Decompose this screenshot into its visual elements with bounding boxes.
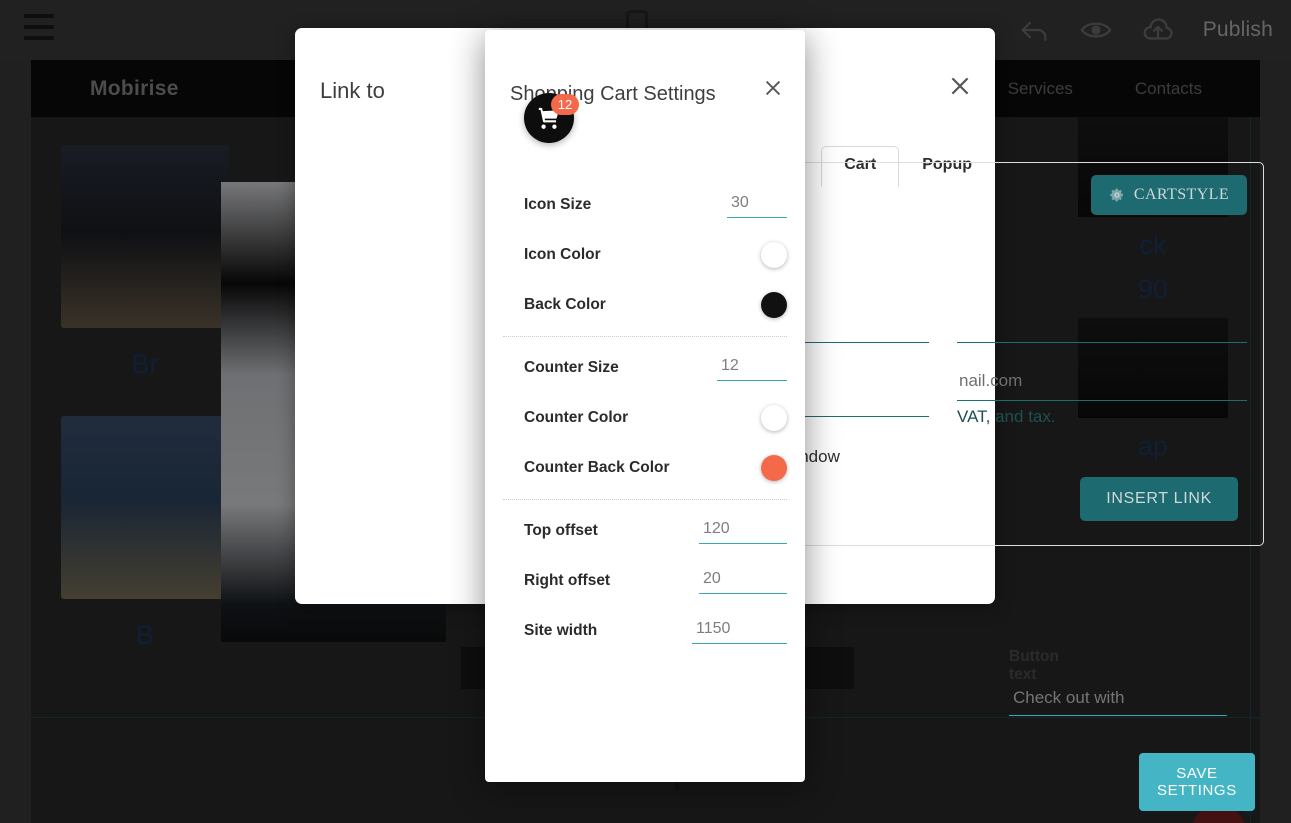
row-icon-color: Icon Color xyxy=(485,230,805,280)
counter-color-swatch[interactable] xyxy=(761,405,787,431)
right-offset-input[interactable] xyxy=(699,568,787,594)
row-label: Top offset xyxy=(524,522,598,539)
row-control xyxy=(717,355,787,381)
site-width-input[interactable] xyxy=(692,618,787,644)
row-label: Back Color xyxy=(524,296,606,313)
row-top-offset: Top offset xyxy=(485,506,805,556)
counter-size-input[interactable] xyxy=(717,355,787,381)
row-label: Counter Size xyxy=(524,359,619,376)
email-field[interactable]: nail.com xyxy=(957,371,1247,401)
vat-note: VAT, and tax. xyxy=(957,407,1056,426)
row-counter-color: Counter Color xyxy=(485,393,805,443)
button-text-label: Button text xyxy=(1009,648,1059,683)
cartstyle-button[interactable]: CARTSTYLE xyxy=(1090,175,1247,215)
row-label: Right offset xyxy=(524,572,611,589)
row-icon-size: Icon Size xyxy=(485,180,805,230)
cart-field-line[interactable] xyxy=(957,313,1247,343)
row-label: Icon Color xyxy=(524,246,601,263)
row-control xyxy=(699,518,787,544)
row-label: Icon Size xyxy=(524,196,592,213)
close-icon[interactable] xyxy=(762,77,784,99)
icon-color-swatch[interactable] xyxy=(761,242,787,268)
row-control xyxy=(727,192,787,218)
row-label: Site width xyxy=(524,622,598,639)
back-color-swatch[interactable] xyxy=(761,292,787,318)
row-counter-size: Counter Size xyxy=(485,343,805,393)
row-counter-back-color: Counter Back Color xyxy=(485,443,805,493)
button-text-input[interactable] xyxy=(1009,685,1227,716)
row-control xyxy=(692,618,787,644)
row-back-color: Back Color xyxy=(485,280,805,330)
row-control xyxy=(761,405,787,431)
cart-counter-badge: 12 xyxy=(551,94,579,115)
shopping-cart-settings-modal: Shopping Cart Settings Icon Size Icon Co… xyxy=(485,30,1255,811)
row-control xyxy=(699,568,787,594)
top-offset-input[interactable] xyxy=(699,518,787,544)
row-control xyxy=(761,292,787,318)
cart-right-fields: nail.com VAT, and tax. xyxy=(957,313,1247,427)
email-value: nail.com xyxy=(959,371,1023,390)
insert-link-button[interactable]: INSERT LINK xyxy=(1080,477,1238,521)
close-icon[interactable] xyxy=(947,73,973,99)
mobirise-editor-window: Publish Mobirise Services Contacts Br B … xyxy=(0,0,1291,823)
row-label: Counter Back Color xyxy=(524,459,670,476)
row-site-width: Site width xyxy=(485,606,805,656)
cart-settings-rows: Icon Size Icon Color Back Color xyxy=(485,180,805,656)
dialog-title: Link to xyxy=(320,78,385,103)
counter-back-color-swatch[interactable] xyxy=(761,455,787,481)
section-divider xyxy=(503,336,787,337)
icon-size-input[interactable] xyxy=(727,192,787,218)
section-divider xyxy=(503,499,787,500)
row-control xyxy=(761,242,787,268)
cartstyle-label: CARTSTYLE xyxy=(1133,186,1229,203)
gear-icon xyxy=(1110,188,1123,202)
row-label: Counter Color xyxy=(524,409,629,426)
save-settings-button[interactable]: SAVE SETTINGS xyxy=(1139,753,1255,811)
row-right-offset: Right offset xyxy=(485,556,805,606)
row-control xyxy=(761,455,787,481)
